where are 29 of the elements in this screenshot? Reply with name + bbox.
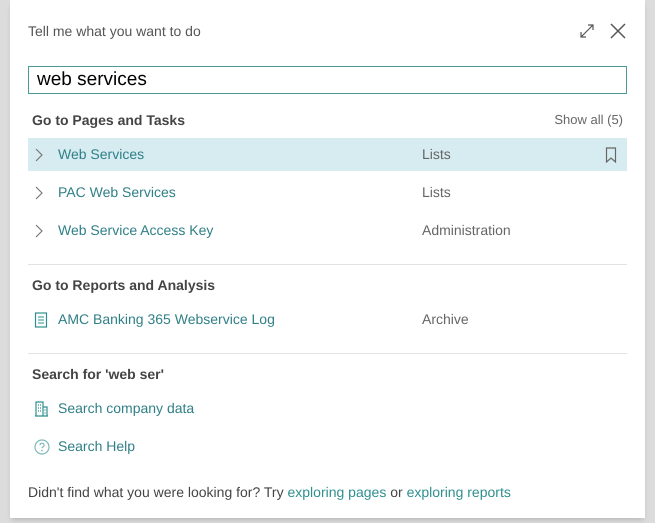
expand-icon[interactable] [579, 23, 595, 39]
dialog-title: Tell me what you want to do [28, 22, 201, 41]
section-heading: Go to Reports and Analysis [32, 276, 216, 295]
section-heading: Search for 'web ser' [32, 364, 164, 384]
result-item[interactable]: Web Services Lists [28, 138, 627, 171]
result-link[interactable]: Search company data [58, 398, 422, 419]
search-field[interactable]: web services [28, 66, 627, 94]
close-icon[interactable] [609, 22, 627, 40]
result-link[interactable]: Search Help [58, 436, 422, 457]
exploring-reports-link[interactable]: exploring reports [406, 484, 511, 500]
chevron-right-icon [34, 148, 44, 162]
footer-text: Didn't find what you were looking for? Try exploring pages or exploring reports [28, 483, 512, 502]
building-icon [34, 400, 48, 416]
section-heading: Go to Pages and Tasks [32, 110, 186, 130]
chevron-right-icon [34, 186, 44, 200]
result-link[interactable]: PAC Web Services [58, 182, 422, 203]
bookmark-icon[interactable] [605, 146, 617, 162]
chevron-right-icon [34, 224, 44, 238]
show-all-link[interactable]: Show all (5) [554, 110, 623, 130]
exploring-pages-link[interactable]: exploring pages [287, 484, 386, 500]
result-category: Archive [422, 310, 469, 329]
result-link[interactable]: Web Service Access Key [58, 220, 422, 241]
result-link[interactable]: Web Services [58, 144, 422, 165]
result-link[interactable]: AMC Banking 365 Webservice Log [58, 309, 422, 330]
result-category: Lists [422, 183, 451, 202]
help-icon [34, 438, 50, 454]
result-category: Administration [422, 221, 511, 240]
document-icon [34, 312, 48, 328]
result-category: Lists [422, 145, 451, 164]
